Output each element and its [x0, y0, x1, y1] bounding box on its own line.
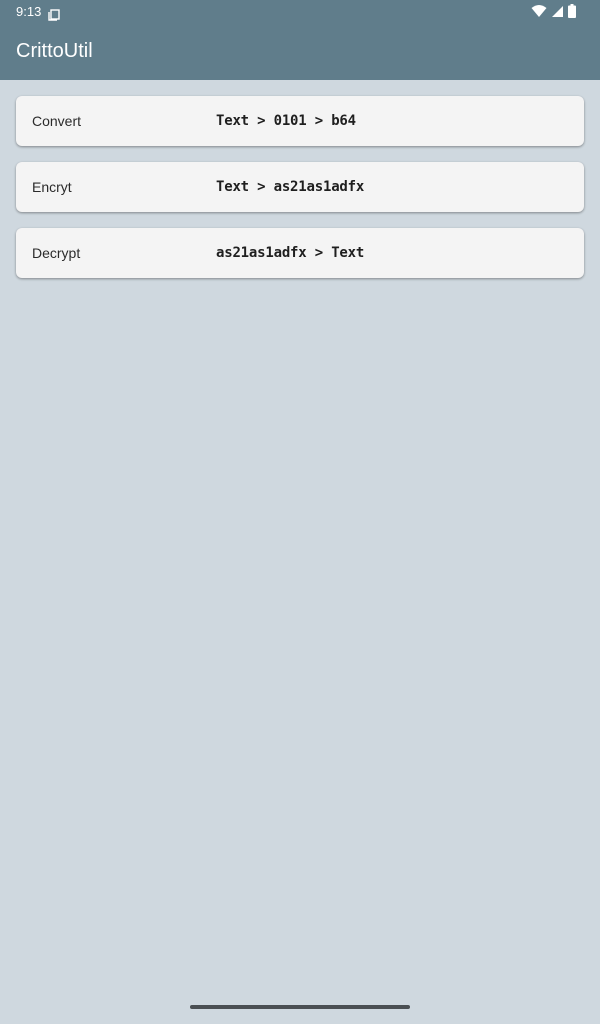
app-title: CrittoUtil	[16, 40, 93, 62]
menu-list: Convert Text > 0101 > b64 Encryt Text > …	[16, 96, 584, 294]
battery-icon	[568, 3, 576, 22]
decrypt-card[interactable]: Decrypt as21as1adfx > Text	[16, 228, 584, 278]
status-bar: 9:13	[0, 0, 600, 24]
encrypt-description: Text > as21as1adfx	[216, 179, 365, 195]
convert-card[interactable]: Convert Text > 0101 > b64	[16, 96, 584, 146]
encrypt-label: Encryt	[32, 179, 72, 195]
gesture-nav-handle[interactable]	[190, 1005, 410, 1009]
convert-label: Convert	[32, 113, 82, 129]
wifi-icon	[531, 3, 547, 22]
decrypt-description: as21as1adfx > Text	[216, 245, 365, 261]
signal-icon	[551, 3, 564, 22]
app-bar: CrittoUtil	[0, 24, 600, 80]
encrypt-card[interactable]: Encryt Text > as21as1adfx	[16, 162, 584, 212]
sim-card-icon	[48, 6, 60, 21]
status-time: 9:13	[16, 4, 42, 19]
convert-description: Text > 0101 > b64	[216, 113, 356, 129]
decrypt-label: Decrypt	[32, 245, 81, 261]
